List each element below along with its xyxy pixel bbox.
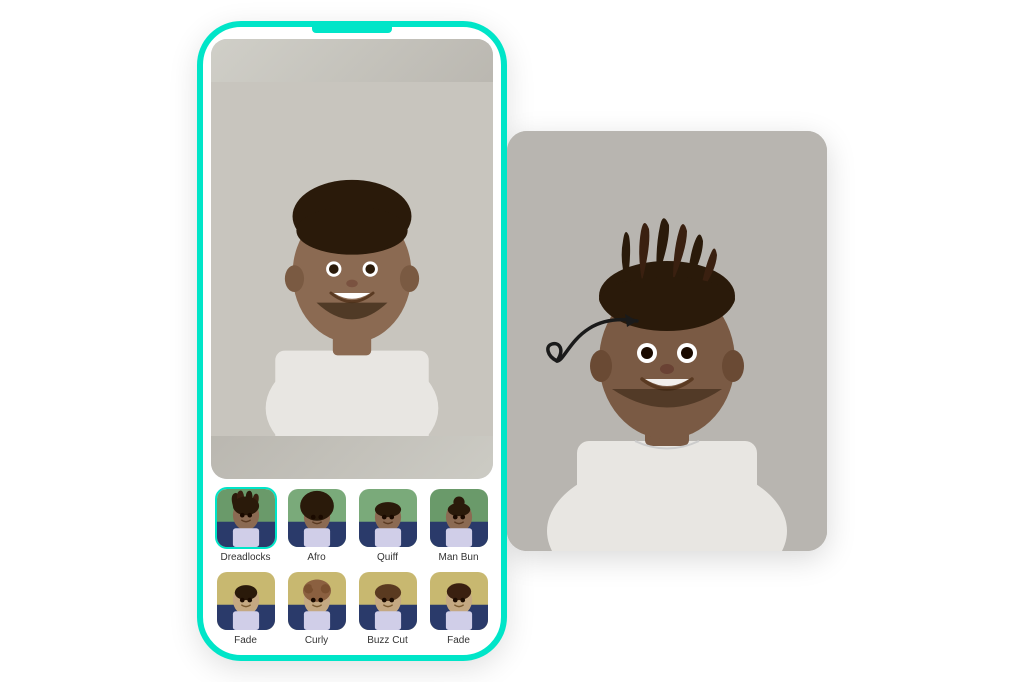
main-person-svg — [211, 82, 493, 437]
hair-thumb-buzz-cut[interactable] — [357, 570, 419, 632]
hair-thumb-quiff[interactable] — [357, 487, 419, 549]
hair-thumb-man-bun[interactable] — [428, 487, 490, 549]
hair-style-grid: Dreadlocks — [211, 487, 493, 647]
thumb-svg-quiff — [359, 489, 417, 547]
hair-label-afro: Afro — [307, 552, 325, 564]
hair-label-quiff: Quiff — [377, 552, 398, 564]
hair-item-fade2[interactable]: Fade — [426, 570, 491, 647]
hair-item-curly[interactable]: Curly — [284, 570, 349, 647]
main-photo — [211, 39, 493, 479]
thumb-svg-dreadlocks — [217, 489, 275, 547]
phone-button-left — [197, 147, 199, 187]
hair-thumb-fade2[interactable] — [428, 570, 490, 632]
thumb-svg-afro — [288, 489, 346, 547]
main-content: Dreadlocks — [197, 21, 827, 661]
hair-item-afro[interactable]: Afro — [284, 487, 349, 564]
hair-label-buzz-cut: Buzz Cut — [367, 635, 408, 647]
phone-frame: Dreadlocks — [197, 21, 507, 661]
main-photo-bg — [211, 39, 493, 479]
hair-label-fade: Fade — [234, 635, 257, 647]
hair-item-quiff[interactable]: Quiff — [355, 487, 420, 564]
thumb-svg-fade — [217, 572, 275, 630]
hair-item-man-bun[interactable]: Man Bun — [426, 487, 491, 564]
hair-thumb-dreadlocks[interactable] — [215, 487, 277, 549]
hair-item-fade[interactable]: Fade — [213, 570, 278, 647]
scene: Dreadlocks — [0, 0, 1024, 682]
thumb-svg-fade2 — [430, 572, 488, 630]
thumb-svg-man-bun — [430, 489, 488, 547]
hair-label-curly: Curly — [305, 635, 328, 647]
hair-thumb-curly[interactable] — [286, 570, 348, 632]
thumb-svg-curly — [288, 572, 346, 630]
hair-item-dreadlocks[interactable]: Dreadlocks — [213, 487, 278, 564]
hair-thumb-fade[interactable] — [215, 570, 277, 632]
hair-thumb-afro[interactable] — [286, 487, 348, 549]
hair-label-fade2: Fade — [447, 635, 470, 647]
arrow-connector — [537, 281, 667, 401]
phone-inner: Dreadlocks — [203, 27, 501, 655]
arrow-svg — [537, 281, 667, 401]
thumb-svg-buzz-cut — [359, 572, 417, 630]
hair-label-dreadlocks: Dreadlocks — [220, 552, 270, 564]
hair-label-man-bun: Man Bun — [438, 552, 478, 564]
hair-item-buzz-cut[interactable]: Buzz Cut — [355, 570, 420, 647]
